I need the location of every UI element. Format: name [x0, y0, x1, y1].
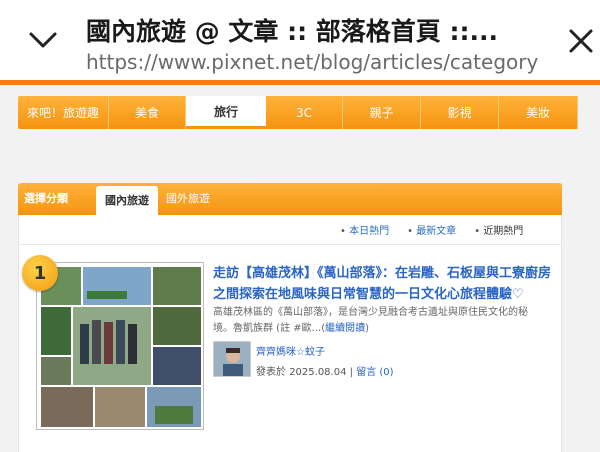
close-icon[interactable] — [566, 26, 596, 56]
page-title: 國內旅遊 @ 文章 :: 部落格首頁 ::... — [86, 17, 499, 46]
category-item-parenting[interactable]: 親子 — [343, 96, 421, 129]
browser-toolbar: 國內旅遊 @ 文章 :: 部落格首頁 ::... https://www.pix… — [0, 0, 600, 82]
category-nav: 來吧！旅遊趣 美食 旅行 3C 親子 影視 美妝 — [18, 96, 578, 129]
posted-label: 發表於 — [256, 367, 286, 378]
category-item-food[interactable]: 美食 — [109, 96, 186, 129]
rank-badge: 1 — [22, 255, 58, 291]
page-url[interactable]: https://www.pixnet.net/blog/articles/cat… — [86, 50, 538, 74]
category-item-travel[interactable]: 旅行 — [186, 96, 266, 129]
post-date: 2025.08.04 — [289, 367, 347, 378]
sort-latest-link[interactable]: • 最新文章 — [407, 222, 456, 237]
author-name[interactable]: 齊齊媽咪☆蚊子 — [256, 343, 325, 358]
collage-image — [40, 266, 202, 428]
chevron-down-icon[interactable] — [28, 28, 58, 52]
sort-recent-link[interactable]: • 近期熱門 — [474, 222, 523, 237]
article-excerpt: 高雄茂林區的《萬山部落》，是台灣少見融合考古遺址與原住民文化的秘境。魯凱族群 (… — [213, 307, 528, 334]
article-title[interactable]: 走訪【高雄茂林】《萬山部落》：在岩雕、石板屋與工寮廚房之間探索在地風味與日常智慧… — [213, 263, 553, 305]
comments-count[interactable]: (0) — [379, 367, 393, 378]
select-category-label: 選擇分類 — [24, 192, 68, 205]
category-item-beauty[interactable]: 美妝 — [499, 96, 578, 129]
sort-links: • 本日熱門 • 最新文章 • 近期熱門 — [340, 222, 523, 237]
author-avatar[interactable] — [213, 341, 251, 377]
sort-today-link[interactable]: • 本日熱門 — [340, 222, 389, 237]
category-item-travel-fun[interactable]: 來吧！旅遊趣 — [18, 96, 109, 129]
category-tabs: 選擇分類 國內旅遊 國外旅遊 — [18, 183, 562, 215]
avatar-image — [214, 342, 250, 376]
category-item-entertainment[interactable]: 影視 — [421, 96, 499, 129]
tab-foreign-travel[interactable]: 國外旅遊 — [166, 183, 210, 215]
post-meta: 發表於 2025.08.04 | 留言 (0) — [256, 363, 394, 378]
read-more-link[interactable]: 繼續閱讀 — [325, 323, 365, 334]
excerpt-text: 高雄茂林區的《萬山部落》，是台灣少見融合考古遺址與原住民文化的秘境。魯凱族群 (… — [213, 307, 528, 334]
tab-domestic-travel[interactable]: 國內旅遊 — [96, 186, 158, 215]
article-thumbnail[interactable] — [36, 262, 204, 430]
divider — [18, 244, 562, 245]
category-item-3c[interactable]: 3C — [266, 96, 343, 129]
comments-link[interactable]: 留言 — [356, 367, 376, 378]
meta-separator: | — [349, 367, 354, 378]
